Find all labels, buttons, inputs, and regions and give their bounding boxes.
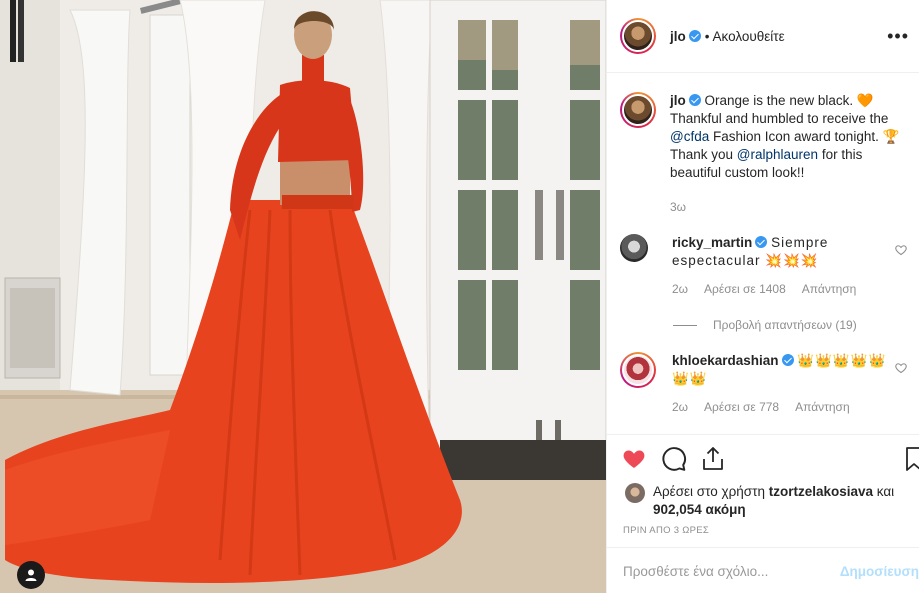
commenter-avatar[interactable] — [620, 234, 648, 262]
more-options-icon[interactable]: ••• — [887, 26, 909, 47]
replies-divider — [673, 324, 697, 326]
likes-prefix: Αρέσει στο χρήστη — [653, 484, 769, 499]
liker-username[interactable]: tzortzelakosiava — [769, 484, 873, 499]
caption-body: jlo Orange is the new black. 🧡 Thankful … — [670, 92, 900, 216]
post-sidebar: jlo • Ακολουθείτε ••• jlo Orange is the … — [606, 0, 919, 593]
caption: jlo Orange is the new black. 🧡 Thankful … — [620, 92, 913, 216]
like-comment-icon[interactable] — [895, 362, 907, 374]
post-photo-illustration — [0, 0, 606, 593]
add-comment-bar: Δημοσίευση — [607, 547, 919, 593]
like-button[interactable] — [621, 447, 647, 471]
comment-item: ricky_martin Siempre espectacular 💥💥💥 2ω… — [620, 234, 913, 298]
verified-badge-icon — [755, 236, 768, 248]
reply-button[interactable]: Απάντηση — [795, 398, 850, 416]
person-tag-icon — [25, 569, 37, 581]
caption-avatar[interactable] — [620, 92, 656, 128]
likes-middle: και — [873, 484, 895, 499]
comment-likes[interactable]: Αρέσει σε 778 — [704, 398, 779, 416]
caption-username[interactable]: jlo — [670, 93, 686, 108]
comment-bubble-icon — [662, 447, 686, 471]
verified-badge-icon — [688, 94, 701, 106]
verified-badge-icon — [781, 354, 794, 366]
mention-ralphlauren[interactable]: @ralphlauren — [737, 147, 818, 162]
likes-summary: Αρέσει στο χρήστη tzortzelakosiava και 9… — [607, 483, 919, 519]
caption-meta: 3ω — [670, 198, 900, 216]
like-comment-icon[interactable] — [895, 244, 907, 256]
mention-cfda[interactable]: @cfda — [670, 129, 709, 144]
action-icons — [607, 435, 919, 483]
share-button[interactable] — [701, 446, 725, 472]
post-timestamp[interactable]: ΠΡΙΝ ΑΠΟ 3 ΩΡΕΣ — [623, 525, 919, 536]
comment-meta: 2ω Αρέσει σε 778 Απάντηση — [672, 398, 902, 416]
post-comment-button[interactable]: Δημοσίευση — [840, 564, 919, 579]
comment-button[interactable] — [661, 446, 687, 472]
comment-body: khloekardashian 👑👑👑👑👑👑👑 2ω Αρέσει σε 778… — [672, 352, 902, 416]
caption-text-1: Orange is the new black. 🧡 — [704, 93, 874, 108]
author-avatar[interactable] — [620, 18, 656, 54]
commenter-avatar[interactable] — [620, 352, 656, 388]
share-upload-icon — [703, 447, 723, 470]
comment-item: khloekardashian 👑👑👑👑👑👑👑 2ω Αρέσει σε 778… — [620, 352, 913, 416]
caption-age[interactable]: 3ω — [670, 198, 686, 216]
tagged-people-button[interactable] — [17, 561, 45, 589]
comment-input[interactable] — [623, 564, 823, 579]
view-replies-label: Προβολή απαντήσεων (19) — [713, 318, 857, 332]
comment-username[interactable]: ricky_martin — [672, 235, 752, 250]
comment-meta: 2ω Αρέσει σε 1408 Απάντηση — [672, 280, 902, 298]
follow-status[interactable]: • Ακολουθείτε — [705, 29, 785, 44]
comment-age[interactable]: 2ω — [672, 398, 688, 416]
post-image[interactable] — [0, 0, 606, 593]
post-header: jlo • Ακολουθείτε ••• — [607, 0, 919, 73]
verified-badge-icon — [688, 30, 701, 42]
comment-age[interactable]: 2ω — [672, 280, 688, 298]
likes-text: Αρέσει στο χρήστη tzortzelakosiava και 9… — [653, 483, 919, 519]
comments-list[interactable]: jlo Orange is the new black. 🧡 Thankful … — [607, 74, 919, 434]
comment-likes[interactable]: Αρέσει σε 1408 — [704, 280, 786, 298]
caption-text-3: Fashion Icon award tonight. — [709, 129, 879, 144]
heart-filled-icon — [623, 450, 645, 468]
reply-button[interactable]: Απάντηση — [802, 280, 857, 298]
view-replies-button[interactable]: Προβολή απαντήσεων (19) — [673, 318, 857, 332]
comment-body: ricky_martin Siempre espectacular 💥💥💥 2ω… — [672, 234, 902, 298]
likes-count[interactable]: 902,054 ακόμη — [653, 502, 746, 517]
post-actions: Αρέσει στο χρήστη tzortzelakosiava και 9… — [607, 434, 919, 593]
comment-username[interactable]: khloekardashian — [672, 353, 779, 368]
author-username[interactable]: jlo — [670, 29, 686, 44]
liker-avatar[interactable] — [625, 483, 645, 503]
caption-text-2: Thankful and humbled to receive the — [670, 111, 889, 126]
bookmark-icon — [906, 447, 919, 471]
save-button[interactable] — [903, 446, 919, 472]
